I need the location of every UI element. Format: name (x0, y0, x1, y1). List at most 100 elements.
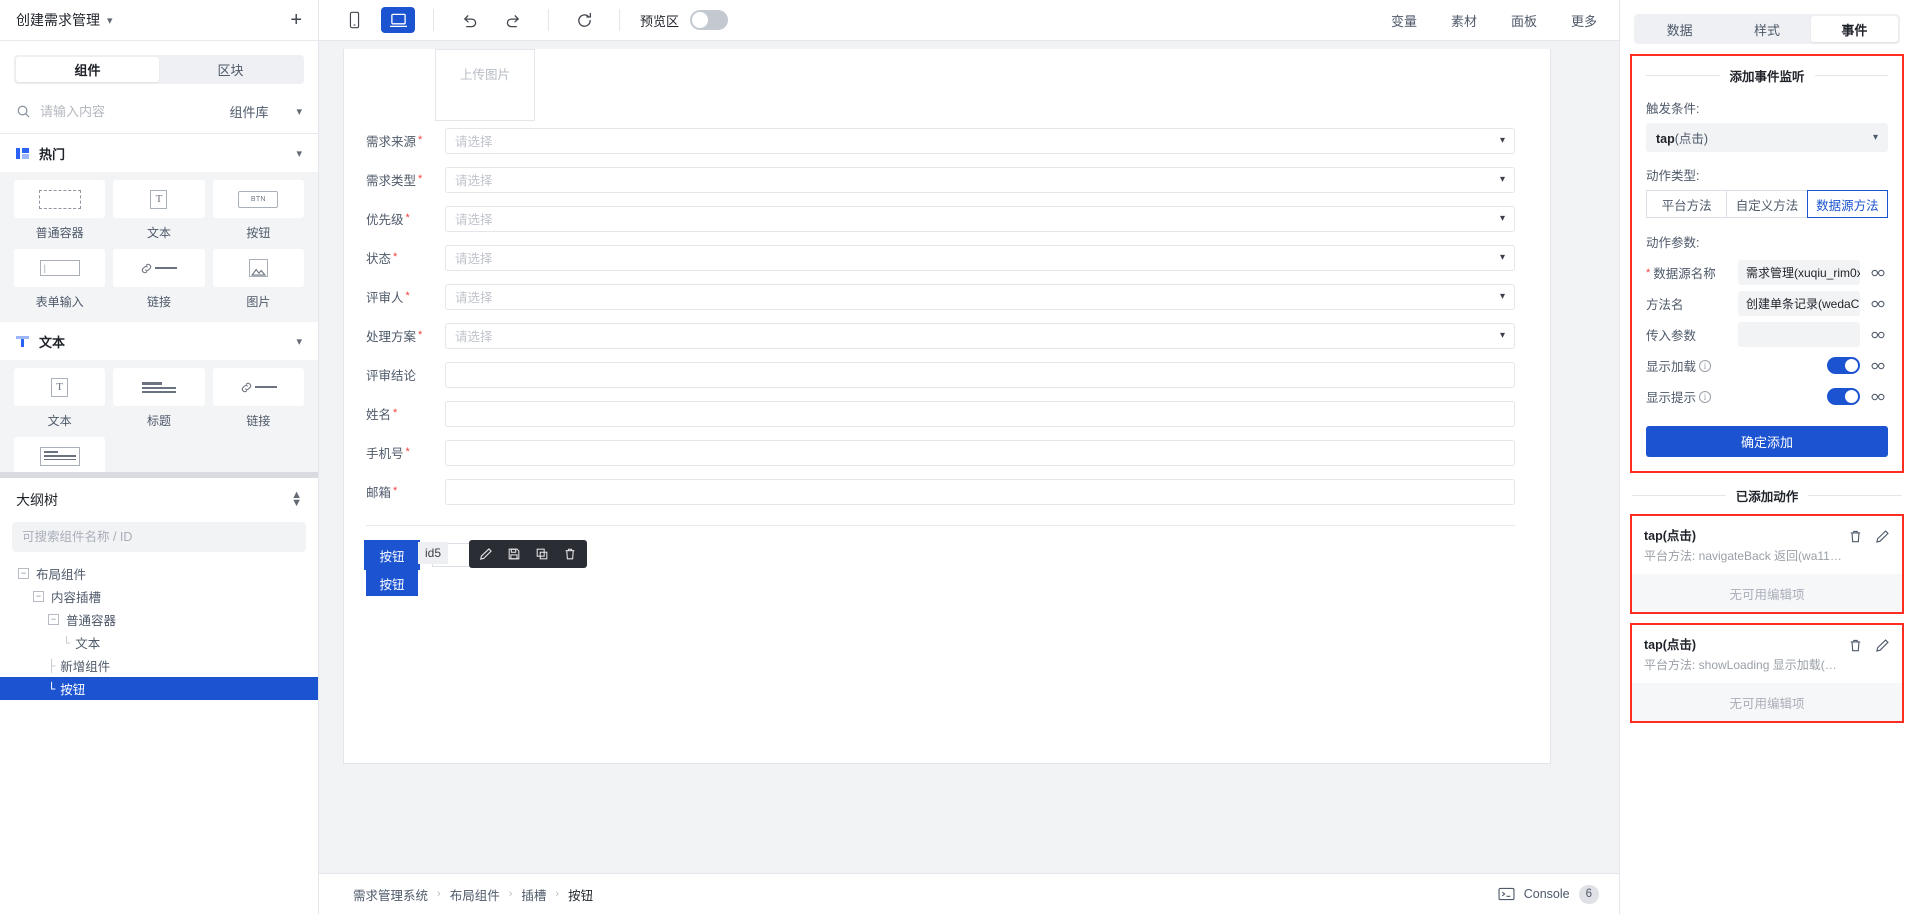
select-solution[interactable]: 请选择 ▾ (445, 322, 1515, 349)
delete-icon[interactable] (1848, 638, 1863, 653)
param-label: 方法名 (1646, 294, 1730, 313)
delete-icon[interactable] (1848, 529, 1863, 544)
search-input[interactable] (40, 104, 221, 119)
menu-more[interactable]: 更多 (1571, 11, 1597, 30)
bind-variable-icon[interactable] (1868, 361, 1888, 371)
category-name: 热门 (39, 146, 66, 162)
collapse-icon[interactable]: − (18, 568, 29, 579)
param-row-datasource-name: *数据源名称 需求管理(xuqiu_rim0x ▾ (1646, 257, 1888, 288)
bind-variable-icon[interactable] (1868, 330, 1888, 340)
input-phone[interactable] (445, 439, 1515, 466)
project-title-wrap[interactable]: 创建需求管理 ▾ (16, 10, 113, 30)
desktop-icon[interactable] (381, 7, 415, 33)
action-type-platform[interactable]: 平台方法 (1646, 190, 1728, 218)
app-root: 创建需求管理 ▾ + 组件 区块 组件库 ▾ (0, 0, 1914, 914)
component-tile-heading[interactable]: 标题 (113, 368, 205, 429)
info-icon[interactable]: i (1699, 390, 1712, 403)
upload-image-placeholder[interactable]: 上传图片 (435, 49, 535, 121)
select-requirement-source[interactable]: 请选择 ▾ (445, 127, 1515, 154)
breadcrumb-item-1[interactable]: 布局组件 (450, 885, 500, 904)
menu-assets[interactable]: 素材 (1451, 11, 1477, 30)
selected-button-group[interactable]: 按钮 id5 按钮 (364, 540, 449, 596)
tree-node-content-slot[interactable]: − 内容插槽 (0, 585, 318, 608)
confirm-add-button[interactable]: 确定添加 (1646, 426, 1888, 457)
tab-style[interactable]: 样式 (1723, 16, 1810, 42)
outline-search-wrap[interactable] (12, 522, 306, 552)
show-loading-toggle[interactable] (1827, 357, 1860, 374)
menu-variables[interactable]: 变量 (1391, 11, 1417, 30)
field-label-text: 状态 (366, 252, 392, 266)
action-type-datasource[interactable]: 数据源方法 (1806, 190, 1888, 218)
component-tile-button[interactable]: BTN 按钮 (212, 180, 304, 241)
outline-tree-body[interactable]: − 布局组件 − 内容插槽 − 普通容器 └ 文本 ├ 新增组件 └ 按钮 (0, 562, 318, 914)
collapse-icon[interactable]: − (48, 614, 59, 625)
second-button[interactable]: 按钮 (366, 570, 418, 596)
selected-button[interactable]: 按钮 (364, 540, 420, 570)
input-email[interactable] (445, 478, 1515, 505)
component-tile-paragraph[interactable] (14, 437, 106, 472)
undo-icon[interactable] (452, 7, 486, 33)
refresh-icon[interactable] (567, 7, 601, 33)
form-row-name: 姓名 * (344, 394, 1550, 433)
component-tile-text2[interactable]: T 文本 (14, 368, 106, 429)
save-icon[interactable] (501, 543, 527, 565)
mobile-icon[interactable] (337, 7, 371, 33)
component-tile-image[interactable]: 图片 (212, 249, 304, 310)
datasource-name-select[interactable]: 需求管理(xuqiu_rim0x ▾ (1738, 260, 1860, 285)
breadcrumb-item-2[interactable]: 插槽 (521, 885, 546, 904)
tab-events[interactable]: 事件 (1810, 16, 1898, 42)
bind-variable-icon[interactable] (1868, 392, 1888, 402)
component-tile-link2[interactable]: 链接 (212, 368, 304, 429)
preview-frame[interactable]: 上传图片 需求来源 * 请选择 ▾ 需求类型 * 请选择 ▾ 优先级 * 请选择… (343, 49, 1551, 764)
method-name-select[interactable]: 创建单条记录(wedaCr ▾ (1738, 291, 1860, 316)
breadcrumb-item-0[interactable]: 需求管理系统 (353, 885, 428, 904)
tree-node-new-component[interactable]: ├ 新增组件 (0, 654, 318, 677)
select-priority[interactable]: 请选择 ▾ (445, 205, 1515, 232)
category-header-text[interactable]: 文本 ▾ (0, 322, 318, 360)
outline-search-input[interactable] (22, 530, 296, 544)
console-toggle[interactable]: Console 6 (1498, 884, 1599, 904)
input-review-conclusion[interactable] (445, 361, 1515, 388)
tab-blocks[interactable]: 区块 (159, 57, 302, 82)
menu-panels[interactable]: 面板 (1511, 11, 1537, 30)
input-name[interactable] (445, 400, 1515, 427)
copy-icon[interactable] (529, 543, 555, 565)
select-requirement-type[interactable]: 请选择 ▾ (445, 166, 1515, 193)
tree-node-button[interactable]: └ 按钮 (0, 677, 318, 700)
component-tile-text[interactable]: T 文本 (113, 180, 205, 241)
show-toast-toggle[interactable] (1827, 388, 1860, 405)
tree-node-layout-component[interactable]: − 布局组件 (0, 562, 318, 585)
tab-data[interactable]: 数据 (1636, 16, 1723, 42)
redo-icon[interactable] (496, 7, 530, 33)
form-row-reviewer: 评审人 * 请选择 ▾ (344, 277, 1550, 316)
bind-variable-icon[interactable] (1868, 299, 1888, 309)
delete-icon[interactable] (557, 543, 583, 565)
select-reviewer[interactable]: 请选择 ▾ (445, 283, 1515, 310)
canvas-area[interactable]: 上传图片 需求来源 * 请选择 ▾ 需求类型 * 请选择 ▾ 优先级 * 请选择… (319, 41, 1619, 873)
switch-label: 显示加载 i (1646, 356, 1730, 375)
preview-toggle[interactable] (690, 10, 729, 30)
edit-icon[interactable] (1875, 529, 1890, 544)
input-params-field[interactable] (1738, 322, 1860, 347)
field-label-text: 需求来源 (366, 135, 417, 149)
component-tile-form-input[interactable]: | 表单输入 (14, 249, 106, 310)
component-tile-container[interactable]: 普通容器 (14, 180, 106, 241)
tree-node-container[interactable]: − 普通容器 (0, 608, 318, 631)
tab-components[interactable]: 组件 (16, 57, 159, 82)
add-page-button[interactable]: + (290, 10, 302, 30)
component-tile-link[interactable]: 链接 (113, 249, 205, 310)
trigger-condition-select[interactable]: tap(点击) ▾ (1646, 123, 1888, 152)
category-header-hot[interactable]: 热门 ▾ (0, 134, 318, 172)
collapse-icon[interactable]: − (33, 591, 44, 602)
select-status[interactable]: 请选择 ▾ (445, 244, 1515, 271)
component-library-selector[interactable]: 组件库 ▾ (229, 102, 302, 121)
edit-icon[interactable] (1875, 638, 1890, 653)
edit-icon[interactable] (473, 543, 499, 565)
tree-node-text[interactable]: └ 文本 (0, 631, 318, 654)
bind-variable-icon[interactable] (1868, 268, 1888, 278)
breadcrumb-item-3[interactable]: 按钮 (568, 885, 593, 904)
action-type-custom[interactable]: 自定义方法 (1726, 190, 1808, 218)
component-list[interactable]: 热门 ▾ 普通容器 T 文本 BTN 按钮 | 表单输入 链接 图片 文本 ▾ … (0, 134, 318, 472)
info-icon[interactable]: i (1699, 359, 1712, 372)
sort-icon[interactable]: ▲ ▼ (291, 490, 302, 509)
